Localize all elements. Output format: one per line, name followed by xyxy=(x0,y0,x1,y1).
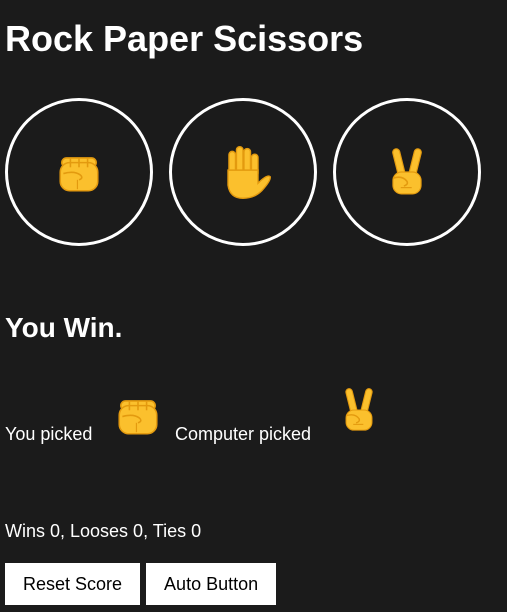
rock-button[interactable] xyxy=(5,98,153,246)
victory-hand-icon xyxy=(336,378,382,442)
control-buttons: Reset Score Auto Button xyxy=(5,563,277,605)
player-pick-label: You picked xyxy=(5,424,93,444)
choice-buttons xyxy=(5,98,481,246)
paper-button[interactable] xyxy=(169,98,317,246)
auto-play-button[interactable]: Auto Button xyxy=(146,563,277,605)
reset-score-button[interactable]: Reset Score xyxy=(5,563,141,605)
page-title: Rock Paper Scissors xyxy=(5,18,364,59)
victory-hand-icon xyxy=(382,141,432,203)
raised-hand-icon xyxy=(213,142,273,202)
raised-fist-icon xyxy=(113,390,163,440)
scissors-button[interactable] xyxy=(333,98,481,246)
result-text: You Win. xyxy=(5,312,123,343)
computer-pick-label: Computer picked xyxy=(175,424,312,444)
raised-fist-icon xyxy=(54,147,104,197)
score-text: Wins 0, Looses 0, Ties 0 xyxy=(5,521,202,541)
moves-line: You picked Computer picked xyxy=(5,378,495,448)
